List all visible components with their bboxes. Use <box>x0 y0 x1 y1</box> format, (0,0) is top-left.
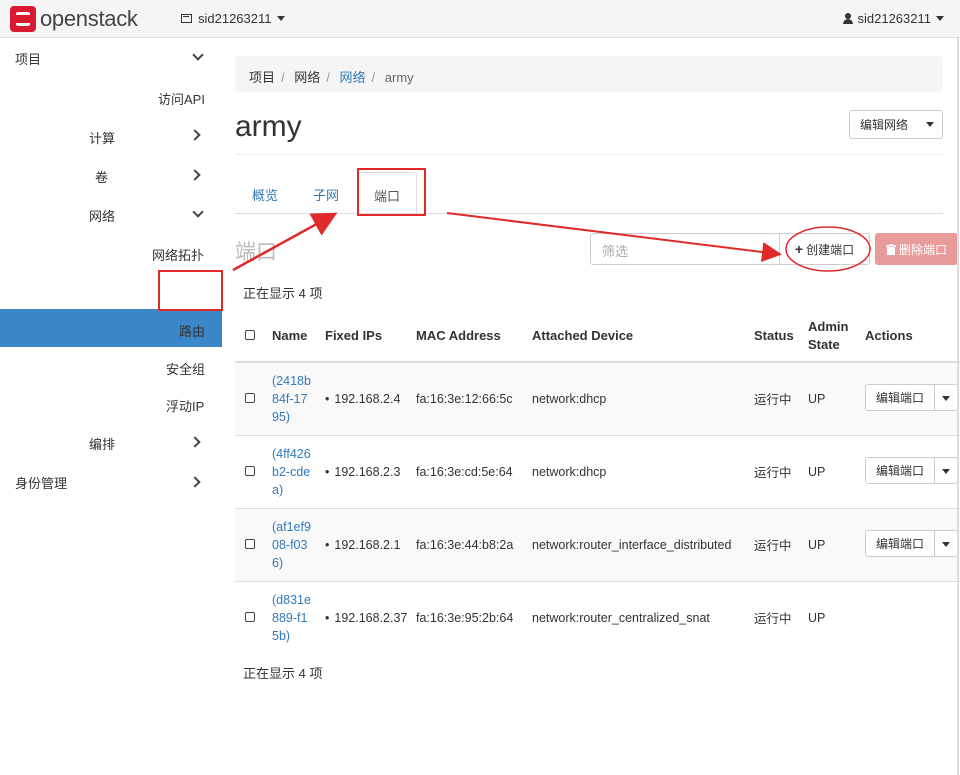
arrow-to-ports-tab <box>232 212 338 272</box>
highlight-ellipse-create-port <box>785 226 871 272</box>
annotation-arrows <box>232 212 871 272</box>
arrow-to-create-port <box>446 212 782 262</box>
